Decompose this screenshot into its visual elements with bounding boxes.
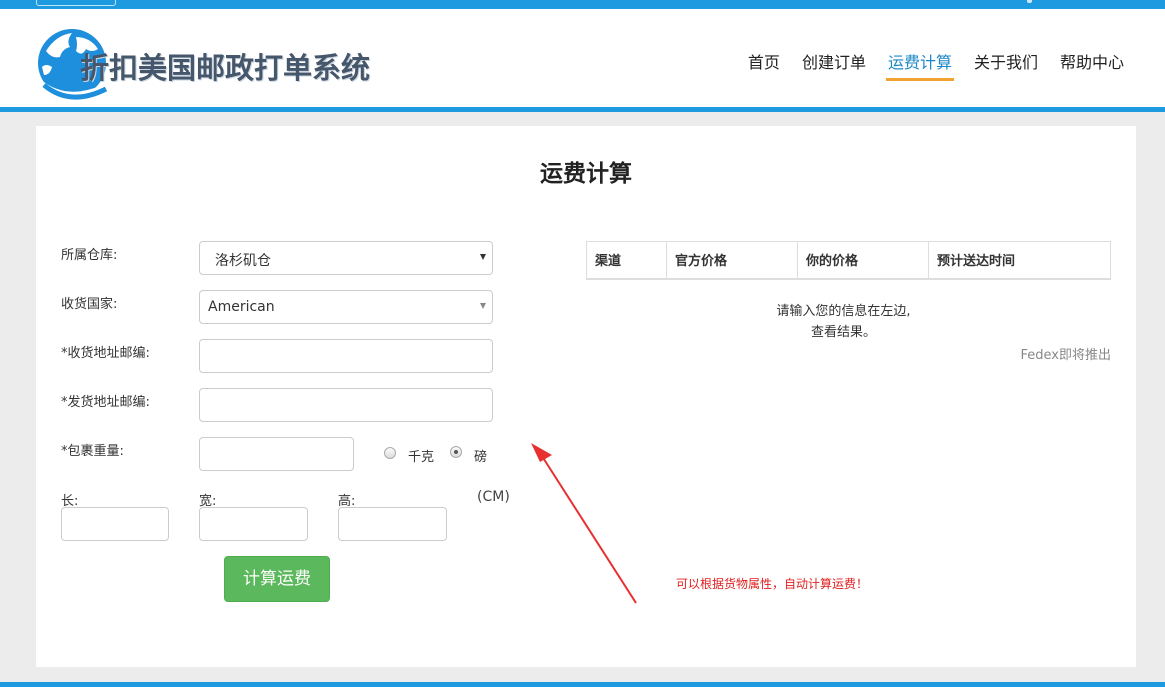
column-header-official-price[interactable]: 官方价格 bbox=[666, 241, 798, 280]
chevron-down-icon bbox=[480, 254, 486, 260]
dimension-unit: (CM) bbox=[477, 489, 510, 505]
origin-zip-label: *发货地址邮编: bbox=[61, 395, 150, 410]
nav-home[interactable]: 首页 bbox=[737, 49, 791, 81]
length-input[interactable] bbox=[61, 507, 169, 541]
page-title: 运费计算 bbox=[540, 161, 632, 187]
calculate-shipping-button[interactable]: 计算运费 bbox=[224, 556, 330, 602]
weight-label: *包裹重量: bbox=[61, 444, 124, 459]
top-bar-tab bbox=[36, 0, 116, 6]
site-logo[interactable]: 折扣美国邮政打单系统 bbox=[36, 23, 416, 105]
site-header: 折扣美国邮政打单系统 首页 创建订单 运费计算 关于我们 帮助中心 bbox=[0, 9, 1165, 107]
main-nav: 首页 创建订单 运费计算 关于我们 帮助中心 bbox=[737, 49, 1135, 81]
column-header-delivery-time[interactable]: 预计送达时间 bbox=[928, 241, 1111, 280]
unit-lb-radio[interactable] bbox=[450, 446, 462, 458]
unit-kg-radio[interactable] bbox=[384, 447, 396, 459]
origin-zip-input[interactable] bbox=[199, 388, 493, 422]
results-header-row: 渠道 官方价格 你的价格 预计送达时间 bbox=[586, 241, 1111, 280]
fedex-coming-soon: Fedex即将推出 bbox=[1020, 348, 1111, 363]
warehouse-select[interactable]: 洛杉矶仓 bbox=[199, 241, 493, 275]
unit-kg-label: 千克 bbox=[408, 450, 435, 465]
top-bar bbox=[0, 0, 1165, 9]
nav-help-center[interactable]: 帮助中心 bbox=[1049, 49, 1135, 81]
warehouse-label: 所属仓库: bbox=[61, 248, 118, 263]
hint-line-2: 查看结果。 bbox=[810, 325, 876, 340]
logo-title: 折扣美国邮政打单系统 bbox=[80, 51, 371, 85]
warehouse-select-value: 洛杉矶仓 bbox=[215, 253, 271, 269]
nav-create-order[interactable]: 创建订单 bbox=[791, 49, 877, 81]
country-select[interactable]: American bbox=[199, 290, 493, 324]
dest-zip-input[interactable] bbox=[199, 339, 493, 373]
height-input[interactable] bbox=[338, 507, 447, 541]
calculator-panel: 运费计算 所属仓库: 洛杉矶仓 收货国家: American *收货地址邮编: … bbox=[36, 126, 1136, 667]
column-header-channel[interactable]: 渠道 bbox=[586, 241, 667, 280]
nav-about-us[interactable]: 关于我们 bbox=[963, 49, 1049, 81]
weight-input[interactable] bbox=[199, 437, 354, 471]
unit-lb-label: 磅 bbox=[474, 450, 488, 465]
country-select-value: American bbox=[208, 299, 275, 315]
column-header-your-price[interactable]: 你的价格 bbox=[797, 241, 929, 280]
nav-shipping-calculator[interactable]: 运费计算 bbox=[877, 49, 963, 81]
dest-zip-label: *收货地址邮编: bbox=[61, 346, 150, 361]
results-table: 渠道 官方价格 你的价格 预计送达时间 bbox=[586, 241, 1111, 280]
results-empty-hint: 请输入您的信息在左边, 查看结果。 bbox=[586, 301, 1101, 343]
bottom-bar bbox=[0, 682, 1165, 687]
header-divider bbox=[0, 107, 1165, 112]
top-bar-indicator bbox=[1027, 0, 1032, 3]
width-input[interactable] bbox=[199, 507, 308, 541]
country-label: 收货国家: bbox=[61, 297, 118, 312]
chevron-down-icon bbox=[480, 303, 486, 309]
annotation-arrow bbox=[531, 443, 637, 604]
annotation-text: 可以根据货物属性，自动计算运费！ bbox=[676, 577, 869, 591]
hint-line-1: 请输入您的信息在左边, bbox=[776, 304, 911, 319]
